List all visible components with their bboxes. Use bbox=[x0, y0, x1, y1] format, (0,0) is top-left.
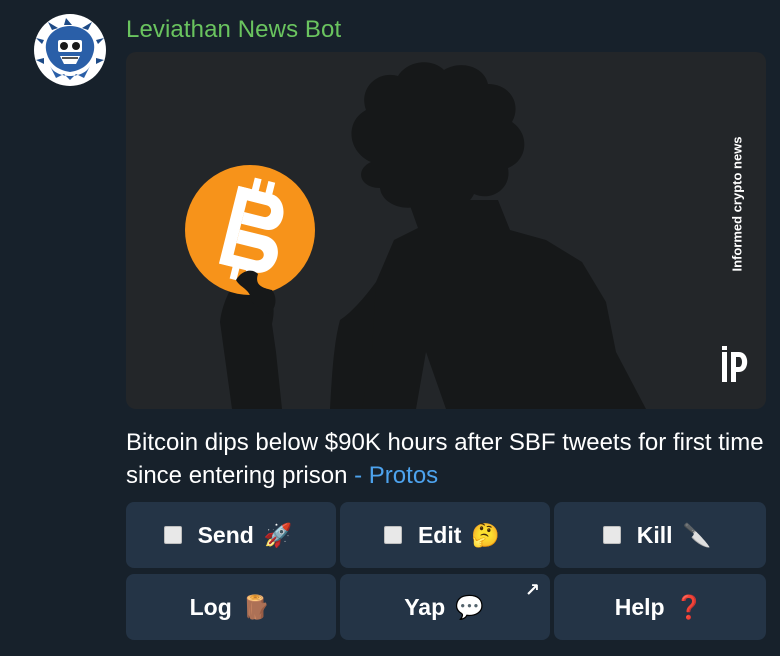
source-link[interactable]: - Protos bbox=[354, 462, 438, 489]
send-button[interactable]: Send 🚀 bbox=[126, 502, 336, 568]
watermark-text: Informed crypto news bbox=[729, 136, 745, 272]
chat-view: Leviathan News Bot Informed crypto news … bbox=[0, 0, 780, 656]
kill-button-label: Kill bbox=[636, 521, 673, 548]
bot-avatar[interactable] bbox=[34, 14, 106, 86]
help-button-label: Help bbox=[614, 593, 665, 620]
edit-button-label: Edit bbox=[417, 521, 462, 548]
thinking-face-icon: 🤔 bbox=[471, 521, 501, 548]
preview-watermark: Informed crypto news bbox=[722, 124, 752, 284]
log-button[interactable]: Log 🪵 bbox=[126, 574, 336, 640]
knife-icon: 🔪 bbox=[682, 521, 712, 548]
sender-name[interactable]: Leviathan News Bot bbox=[126, 16, 341, 44]
help-button[interactable]: Help ❓ bbox=[554, 574, 766, 640]
checkbox-icon bbox=[383, 526, 402, 544]
external-link-arrow-icon: ↗ bbox=[524, 580, 540, 600]
leviathan-logo-icon bbox=[36, 18, 104, 80]
edit-button[interactable]: Edit 🤔 bbox=[340, 502, 550, 568]
rocket-icon: 🚀 bbox=[263, 521, 293, 548]
log-button-label: Log bbox=[189, 593, 232, 620]
yap-button-label: Yap bbox=[404, 593, 446, 620]
checkbox-icon bbox=[163, 526, 182, 544]
speech-bubble-icon: 💬 bbox=[455, 593, 484, 620]
protos-logo-icon bbox=[722, 346, 748, 382]
yap-button[interactable]: Yap 💬 ↗ bbox=[340, 574, 550, 640]
preview-artwork bbox=[185, 62, 748, 409]
question-mark-icon: ❓ bbox=[674, 593, 704, 620]
message-caption: Bitcoin dips below $90K hours after SBF … bbox=[126, 426, 766, 492]
caption-text: Bitcoin dips below $90K hours after SBF … bbox=[126, 429, 764, 489]
kill-button[interactable]: Kill 🔪 bbox=[554, 502, 766, 568]
wood-log-icon: 🪵 bbox=[241, 593, 271, 620]
link-preview-image[interactable]: Informed crypto news bbox=[126, 52, 766, 409]
send-button-label: Send bbox=[197, 521, 254, 548]
checkbox-icon bbox=[602, 526, 621, 544]
